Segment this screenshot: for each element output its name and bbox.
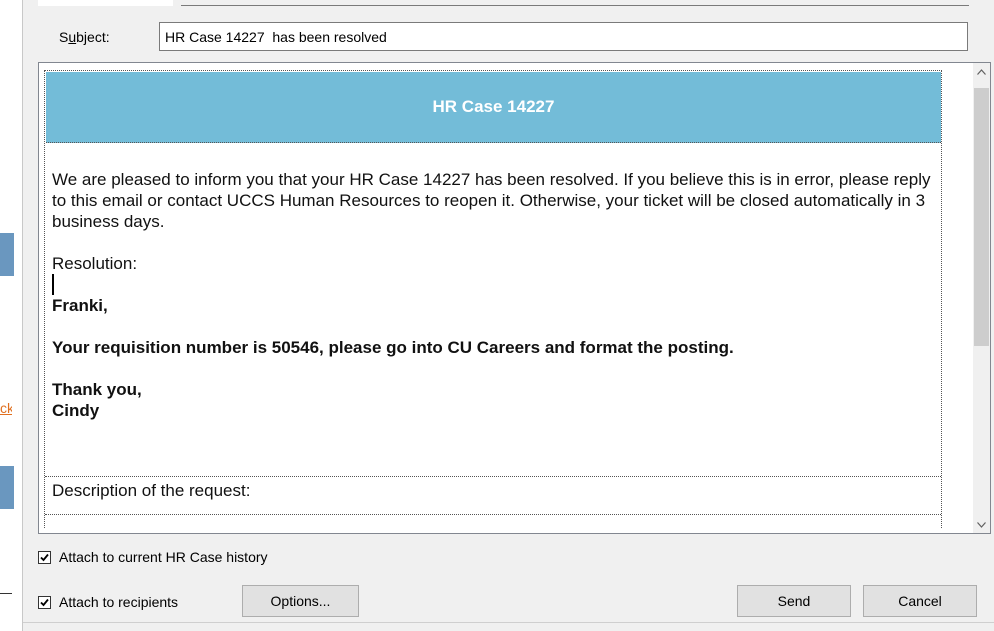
top-field-border <box>181 5 969 6</box>
top-field-remnant <box>38 0 173 6</box>
subject-label: Subject: <box>59 29 110 45</box>
attach-recipients-checkbox[interactable] <box>38 595 51 609</box>
scroll-down-button[interactable] <box>973 516 990 533</box>
attach-history-checkbox[interactable] <box>38 550 51 564</box>
background-link[interactable]: ck <box>0 400 12 418</box>
checkmark-icon <box>40 598 49 606</box>
text-cursor <box>52 274 54 295</box>
vertical-scrollbar[interactable] <box>973 63 990 533</box>
scroll-up-button[interactable] <box>973 63 990 80</box>
description-label: Description of the request: <box>52 481 251 500</box>
email-content[interactable]: We are pleased to inform you that your H… <box>45 144 941 474</box>
attach-recipients-option[interactable]: Attach to recipients <box>38 594 178 610</box>
table-row-divider <box>45 476 941 477</box>
signature-text: Cindy <box>52 401 100 420</box>
background-panel-top <box>0 233 14 276</box>
signoff-text: Thank you, <box>52 380 142 399</box>
subject-input[interactable] <box>159 22 968 51</box>
options-button[interactable]: Options... <box>242 585 359 617</box>
email-header-banner: HR Case 14227 <box>46 72 941 143</box>
chevron-down-icon <box>977 521 986 528</box>
cancel-button[interactable]: Cancel <box>863 585 977 617</box>
attach-history-option[interactable]: Attach to current HR Case history <box>38 549 268 565</box>
resolution-label: Resolution: <box>52 254 138 273</box>
message-text: Your requisition number is 50546, please… <box>52 338 734 357</box>
greeting-text: Franki, <box>52 296 108 315</box>
table-row-divider <box>45 514 941 515</box>
email-dialog: Subject: HR Case 14227 We are pleased to… <box>23 0 994 631</box>
email-body-editor[interactable]: HR Case 14227 We are pleased to inform y… <box>38 62 991 534</box>
email-header-title: HR Case 14227 <box>432 97 555 116</box>
scrollbar-thumb[interactable] <box>974 88 989 346</box>
chevron-up-icon <box>977 68 986 75</box>
attach-history-label: Attach to current HR Case history <box>59 549 268 565</box>
attach-recipients-label: Attach to recipients <box>59 594 179 610</box>
intro-text: We are pleased to inform you that your H… <box>52 170 931 231</box>
background-divider <box>0 593 12 594</box>
background-panel-bottom <box>0 466 14 509</box>
background-window <box>0 0 22 631</box>
dialog-bottom-edge <box>23 622 994 623</box>
send-button[interactable]: Send <box>737 585 851 617</box>
email-template-table: HR Case 14227 We are pleased to inform y… <box>44 70 942 528</box>
checkmark-icon <box>40 553 49 561</box>
